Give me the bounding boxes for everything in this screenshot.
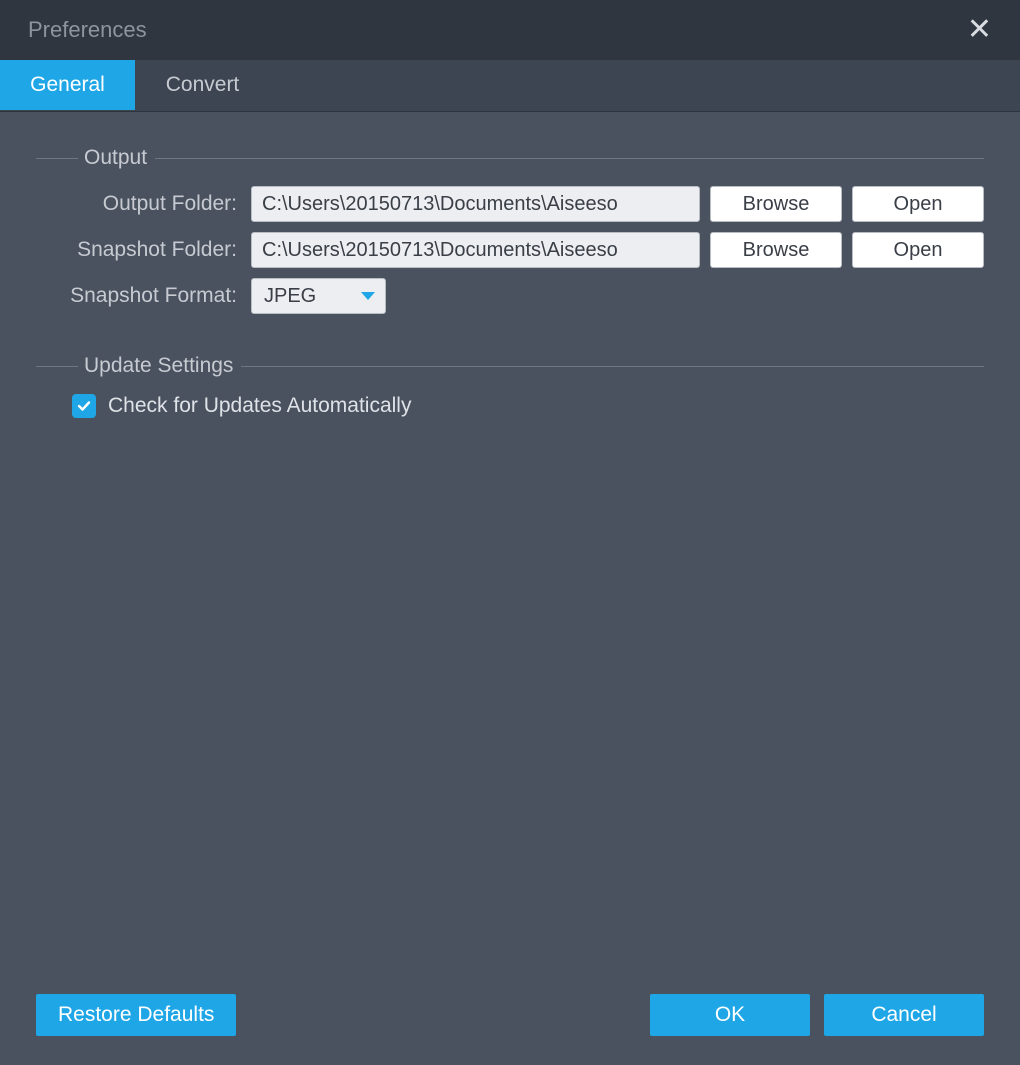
cancel-button[interactable]: Cancel <box>824 994 984 1036</box>
section-header-output: Output <box>36 146 984 170</box>
tab-general[interactable]: General <box>0 60 135 110</box>
snapshot-format-value: JPEG <box>264 285 316 308</box>
section-header-update: Update Settings <box>36 354 984 378</box>
row-output-folder: Output Folder: Browse Open <box>36 186 984 222</box>
restore-defaults-button[interactable]: Restore Defaults <box>36 994 236 1036</box>
checkmark-icon <box>76 398 92 414</box>
row-snapshot-folder: Snapshot Folder: Browse Open <box>36 232 984 268</box>
snapshot-folder-input[interactable] <box>251 232 700 268</box>
snapshot-format-label: Snapshot Format: <box>36 284 241 308</box>
section-title-output: Output <box>78 146 155 170</box>
ok-button[interactable]: OK <box>650 994 810 1036</box>
footer: Restore Defaults OK Cancel <box>0 987 1020 1065</box>
titlebar: Preferences ✕ <box>0 0 1020 60</box>
content-area: Output Output Folder: Browse Open Snapsh… <box>0 112 1020 418</box>
close-icon[interactable]: ✕ <box>961 11 998 49</box>
divider <box>241 366 984 367</box>
row-check-updates: Check for Updates Automatically <box>36 394 984 418</box>
window-title: Preferences <box>28 17 147 43</box>
divider <box>36 366 78 367</box>
chevron-down-icon <box>361 292 375 300</box>
section-title-update: Update Settings <box>78 354 241 378</box>
tab-bar: General Convert <box>0 60 1020 112</box>
output-folder-open-button[interactable]: Open <box>852 186 984 222</box>
snapshot-folder-open-button[interactable]: Open <box>852 232 984 268</box>
snapshot-folder-label: Snapshot Folder: <box>36 238 241 262</box>
check-updates-checkbox[interactable] <box>72 394 96 418</box>
output-folder-label: Output Folder: <box>36 192 241 216</box>
snapshot-format-dropdown[interactable]: JPEG <box>251 278 386 314</box>
row-snapshot-format: Snapshot Format: JPEG <box>36 278 984 314</box>
check-updates-label: Check for Updates Automatically <box>108 394 411 418</box>
output-folder-browse-button[interactable]: Browse <box>710 186 842 222</box>
divider <box>155 158 984 159</box>
tab-convert[interactable]: Convert <box>135 60 270 110</box>
footer-right: OK Cancel <box>650 994 984 1036</box>
divider <box>36 158 78 159</box>
snapshot-folder-browse-button[interactable]: Browse <box>710 232 842 268</box>
output-folder-input[interactable] <box>251 186 700 222</box>
